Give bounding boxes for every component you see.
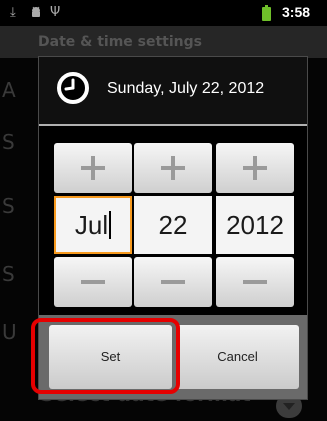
day-field[interactable]: 22 <box>134 196 212 254</box>
month-value: Jul <box>74 210 109 240</box>
bg-list-fragment: S <box>2 262 15 286</box>
settings-title: Date & time settings <box>0 26 327 58</box>
usb-icon: ⤓ <box>10 5 16 20</box>
day-decrement-button[interactable] <box>134 257 212 307</box>
status-bar: ⤓ Ψ 3:58 <box>0 0 327 26</box>
plus-icon <box>161 156 185 180</box>
bg-list-fragment: S <box>2 194 15 218</box>
plus-icon <box>81 156 105 180</box>
set-button-highlight <box>31 318 180 394</box>
month-decrement-button[interactable] <box>54 257 132 307</box>
cancel-button[interactable]: Cancel <box>176 325 299 389</box>
month-increment-button[interactable] <box>54 143 132 193</box>
plus-icon <box>243 156 267 180</box>
year-field[interactable]: 2012 <box>216 196 294 254</box>
dialog-title: Sunday, July 22, 2012 <box>107 80 265 97</box>
minus-icon <box>161 280 185 284</box>
month-field[interactable]: Jul <box>54 196 132 254</box>
battery-icon <box>262 5 271 21</box>
text-cursor <box>109 211 112 240</box>
bg-list-fragment: A <box>2 78 16 102</box>
bg-list-fragment: S <box>2 130 15 154</box>
dialog-header: Sunday, July 22, 2012 <box>39 57 307 125</box>
year-increment-button[interactable] <box>216 143 294 193</box>
usb-tethering-icon: Ψ <box>50 5 61 20</box>
clock-icon <box>57 72 89 104</box>
minus-icon <box>81 280 105 284</box>
day-increment-button[interactable] <box>134 143 212 193</box>
android-debug-icon <box>30 6 42 22</box>
status-clock: 3:58 <box>282 4 311 20</box>
year-decrement-button[interactable] <box>216 257 294 307</box>
minus-icon <box>243 280 267 284</box>
bg-list-fragment: U <box>2 320 17 344</box>
